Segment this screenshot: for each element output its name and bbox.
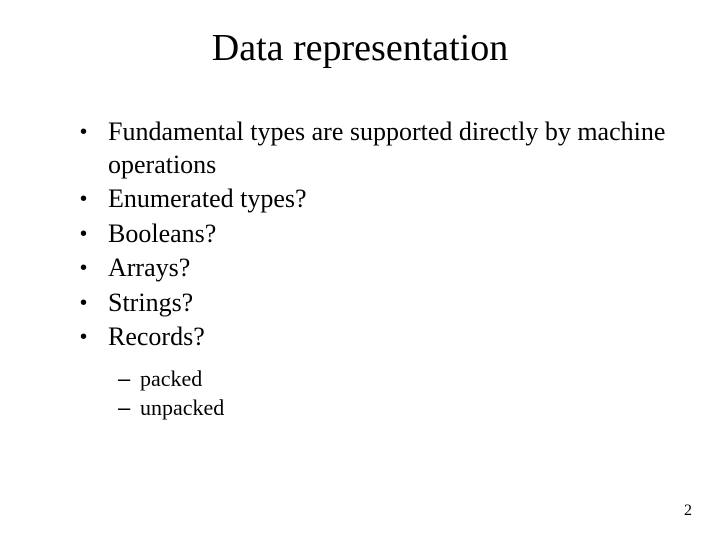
sub-bullet-list: packed unpacked — [50, 364, 670, 423]
sub-bullet-item: packed — [118, 364, 670, 394]
bullet-item: Records? — [80, 321, 670, 354]
slide-title: Data representation — [50, 26, 670, 70]
bullet-item: Enumerated types? — [80, 183, 670, 216]
page-number: 2 — [684, 502, 692, 520]
sub-bullet-item: unpacked — [118, 393, 670, 423]
bullet-item: Booleans? — [80, 218, 670, 251]
bullet-item: Strings? — [80, 287, 670, 320]
bullet-item: Fundamental types are supported directly… — [80, 116, 670, 181]
bullet-list: Fundamental types are supported directly… — [50, 116, 670, 354]
bullet-item: Arrays? — [80, 252, 670, 285]
